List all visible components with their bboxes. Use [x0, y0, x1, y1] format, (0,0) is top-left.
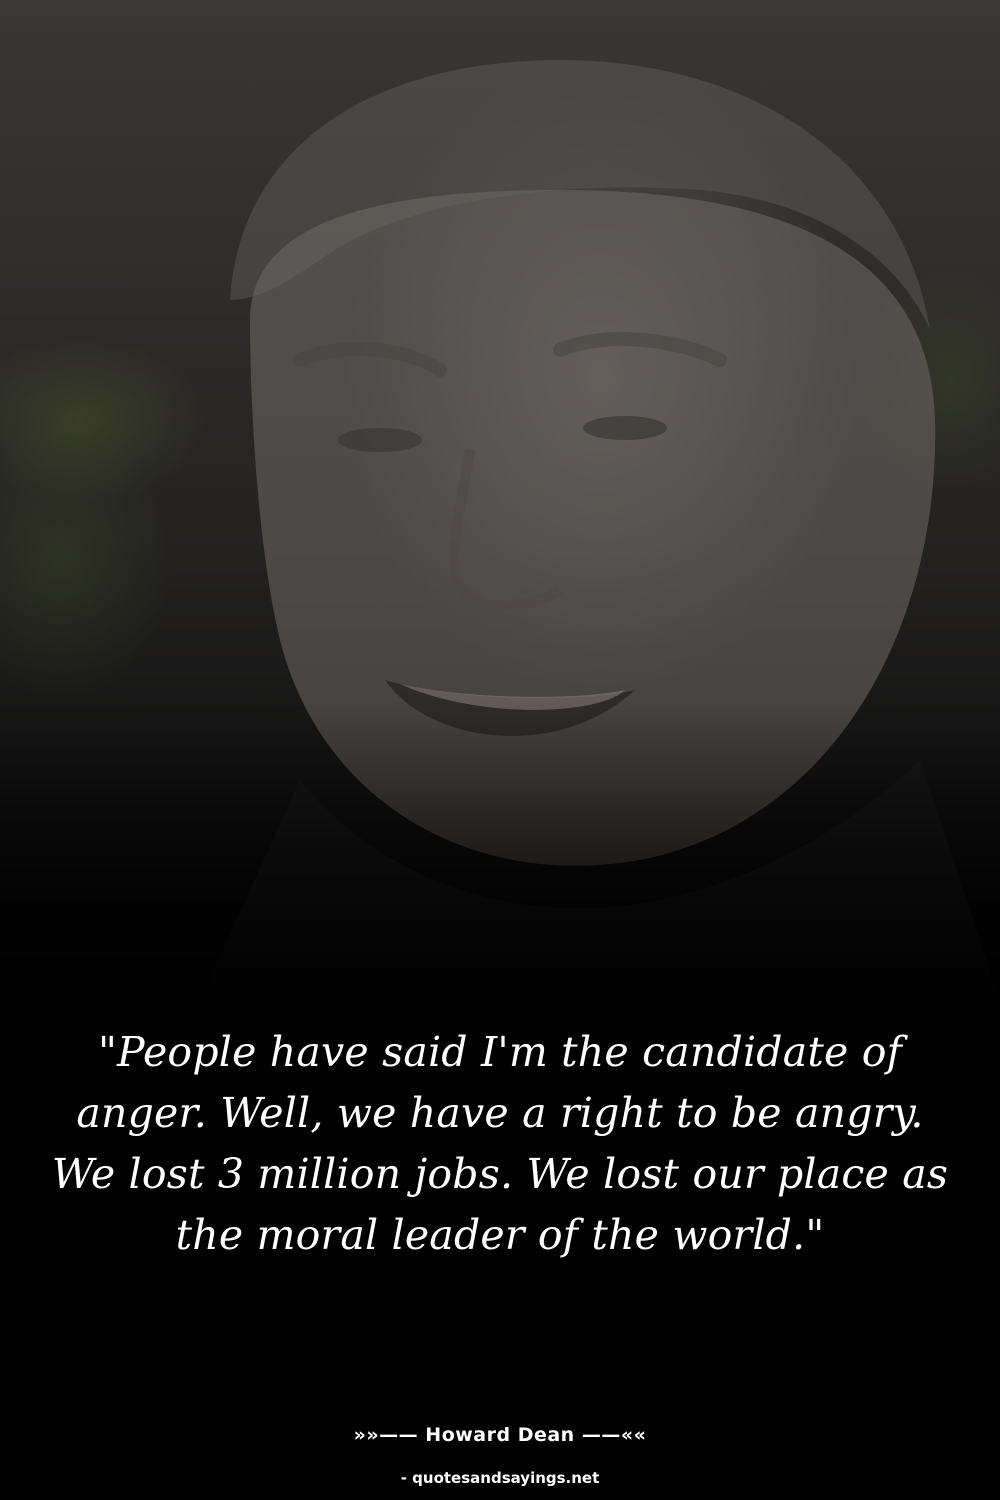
source-site: - quotesandsayings.net [400, 1469, 600, 1487]
quote-author: »»—— Howard Dean ——«« [353, 1424, 647, 1446]
quote-poster: "People have said I'm the candidate of a… [0, 0, 1000, 1500]
photo-fade-overlay [0, 700, 1000, 1010]
quote-text: "People have said I'm the candidate of a… [51, 1028, 949, 1259]
